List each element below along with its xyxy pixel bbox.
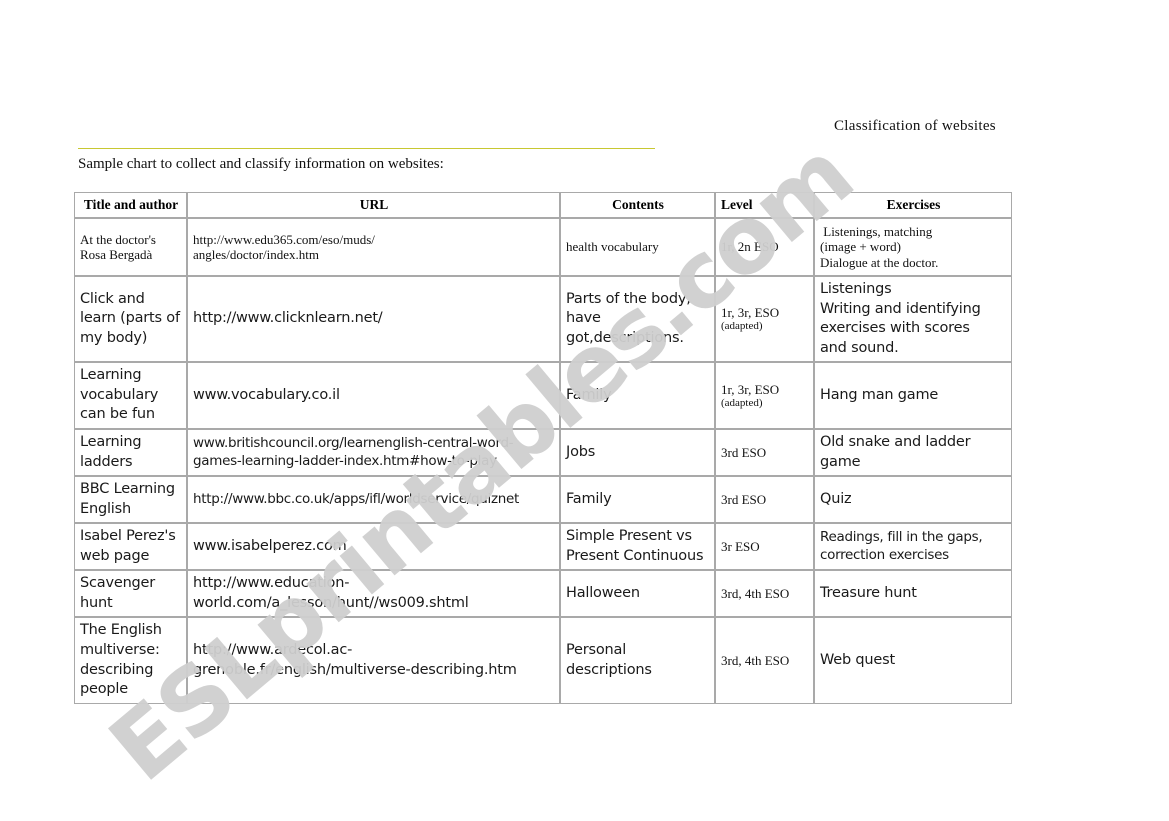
cell-level-note: (adapted) <box>721 320 763 333</box>
cell-level: 3rd ESO <box>715 428 814 477</box>
table-row: Click and learn (parts of my body) http://… <box>74 276 1012 363</box>
cell-url: www.isabelperez.com <box>187 523 560 571</box>
column-header-title: Title and author <box>74 192 187 218</box>
cell-level: 3r ESO <box>715 523 814 571</box>
cell-level: 1r, 3r, ESO (adapted) <box>715 362 814 429</box>
column-header-url: URL <box>187 192 560 218</box>
table-row: At the doctor's Rosa Bergadà http://www.e… <box>74 218 1012 276</box>
table-row: Learning vocabulary can be fun www.vocabul… <box>74 362 1012 429</box>
cell-exercises: Web quest <box>814 617 1012 704</box>
cell-exercises: Old snake and ladder game <box>814 428 1012 477</box>
cell-url: http://www.clicknlearn.net/ <box>187 276 560 363</box>
cell-level: 1r, 3r, ESO (adapted) <box>715 276 814 363</box>
cell-title: BBC Learning English <box>74 476 187 524</box>
cell-level: 1r, 2n ESO <box>715 218 814 276</box>
cell-level: 3rd, 4th ESO <box>715 617 814 704</box>
cell-level-note: (adapted) <box>721 396 763 409</box>
cell-title: At the doctor's Rosa Bergadà <box>74 218 187 276</box>
cell-url: http://www.edu365.com/eso/muds/angles/do… <box>187 218 560 276</box>
table-body: At the doctor's Rosa Bergadà http://www.e… <box>74 218 1012 704</box>
worksheet-page: Classification of websites Sample chart … <box>0 0 1169 821</box>
cell-title: Click and learn (parts of my body) <box>74 276 187 363</box>
column-header-exercises: Exercises <box>814 192 1012 218</box>
cell-contents: health vocabulary <box>560 218 715 276</box>
cell-exercises: Quiz <box>814 476 1012 524</box>
cell-title: Learning ladders <box>74 428 187 477</box>
table-row: The English multiverse: describing people h… <box>74 617 1012 704</box>
cell-title: Isabel Perez's web page <box>74 523 187 571</box>
page-header-title: Classification of websites <box>834 118 996 134</box>
cell-level-main: 1r, 3r, ESO <box>721 381 780 397</box>
websites-table: Title and author URL Contents Level Exer… <box>74 192 1012 704</box>
cell-contents: Jobs <box>560 428 715 477</box>
table-row: BBC Learning English http://www.bbc.co.uk… <box>74 476 1012 524</box>
table-row: Scavenger hunt http://www.education-world… <box>74 570 1012 618</box>
cell-level: 3rd, 4th ESO <box>715 570 814 618</box>
cell-contents: Halloween <box>560 570 715 618</box>
cell-exercises: Listenings, matching (image + word) Dialog… <box>814 218 1012 276</box>
table-row: Isabel Perez's web page www.isabelperez.c… <box>74 523 1012 571</box>
cell-level-main: 1r, 3r, ESO <box>721 305 780 321</box>
cell-contents: Simple Present vs Present Continuous <box>560 523 715 571</box>
cell-contents: Personal descriptions <box>560 617 715 704</box>
cell-title: Scavenger hunt <box>74 570 187 618</box>
page-subtitle: Sample chart to collect and classify inf… <box>78 156 444 172</box>
cell-contents: Parts of the body, have got,descriptions. <box>560 276 715 363</box>
cell-exercises: Treasure hunt <box>814 570 1012 618</box>
column-header-contents: Contents <box>560 192 715 218</box>
cell-title: The English multiverse: describing people <box>74 617 187 704</box>
cell-exercises: Listenings Writing and identifying exercis… <box>814 276 1012 363</box>
table-row: Learning ladders www.britishcouncil.org/l… <box>74 428 1012 477</box>
cell-exercises: Readings, fill in the gaps, correction ex… <box>814 523 1012 571</box>
cell-level: 3rd ESO <box>715 476 814 524</box>
cell-url: www.britishcouncil.org/learnenglish-cent… <box>187 428 560 477</box>
horizontal-rule <box>78 148 655 149</box>
column-header-level: Level <box>715 192 814 218</box>
cell-url: http://www.education-world.com/a_lesson/… <box>187 570 560 618</box>
cell-title: Learning vocabulary can be fun <box>74 362 187 429</box>
table-header-row: Title and author URL Contents Level Exer… <box>74 192 1012 218</box>
cell-contents: Family <box>560 362 715 429</box>
cell-url: www.vocabulary.co.il <box>187 362 560 429</box>
cell-exercises: Hang man game <box>814 362 1012 429</box>
cell-url: http://www.ardecol.ac-grenoble.fr/englis… <box>187 617 560 704</box>
cell-contents: Family <box>560 476 715 524</box>
cell-url: http://www.bbc.co.uk/apps/ifl/worldservi… <box>187 476 560 524</box>
